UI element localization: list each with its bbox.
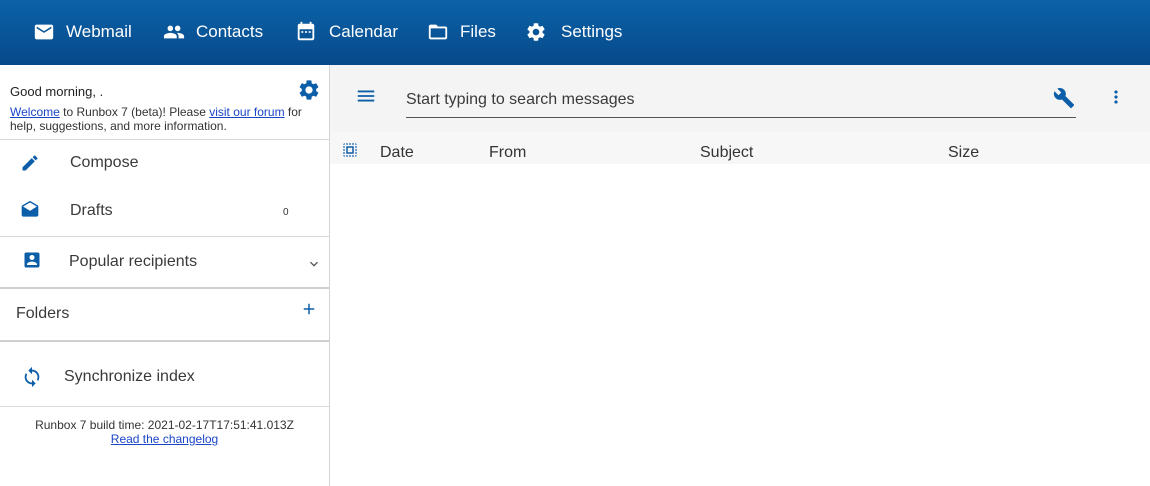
- contact-card-icon: [21, 249, 43, 271]
- sync-icon: [21, 366, 43, 388]
- column-header-size[interactable]: Size: [948, 144, 979, 162]
- popular-recipients-toggle[interactable]: Popular recipients: [0, 237, 329, 287]
- nav-item-contacts[interactable]: Contacts: [163, 0, 263, 64]
- wrench-icon: [1053, 88, 1075, 109]
- popular-recipients-label: Popular recipients: [69, 253, 198, 270]
- build-time-text: Runbox 7 build time: 2021-02-17T17:51:41…: [35, 418, 294, 432]
- chevron-down-icon: [306, 256, 322, 272]
- more-options-button[interactable]: [1106, 87, 1126, 107]
- nav-item-label: Contacts: [196, 22, 264, 41]
- people-icon: [163, 21, 185, 43]
- search-bar: [330, 65, 1150, 132]
- build-info: Runbox 7 build time: 2021-02-17T17:51:41…: [0, 418, 329, 446]
- drafts-folder[interactable]: Drafts 0: [0, 188, 329, 233]
- add-folder-button[interactable]: [300, 300, 318, 318]
- gear-icon: [299, 80, 319, 100]
- search-options-button[interactable]: [1053, 87, 1075, 109]
- nav-item-webmail[interactable]: Webmail: [33, 0, 132, 64]
- drafts-count-badge: 0: [283, 207, 289, 218]
- nav-item-label: Calendar: [329, 22, 398, 41]
- nav-item-calendar[interactable]: Calendar: [295, 0, 398, 64]
- forum-link[interactable]: visit our forum: [209, 105, 284, 119]
- folders-heading: Folders: [16, 305, 70, 322]
- drafts-label: Drafts: [70, 202, 113, 219]
- more-vertical-icon: [1114, 90, 1118, 104]
- synchronize-index-label: Synchronize index: [64, 368, 195, 385]
- compose-button[interactable]: Compose: [0, 140, 329, 185]
- pencil-icon: [19, 152, 41, 174]
- sidebar-settings-button[interactable]: [297, 78, 321, 102]
- calendar-icon: [295, 21, 317, 43]
- column-header-subject[interactable]: Subject: [700, 144, 753, 162]
- synchronize-index-button[interactable]: Synchronize index: [0, 355, 329, 400]
- divider: [0, 287, 329, 289]
- sidebar: Good morning, . Welcome to Runbox 7 (bet…: [0, 65, 330, 486]
- nav-item-label: Settings: [561, 22, 623, 41]
- welcome-link[interactable]: Welcome: [10, 105, 60, 119]
- compose-label: Compose: [70, 154, 139, 171]
- select-all-icon: [343, 143, 357, 157]
- plus-icon: [303, 303, 315, 315]
- drafts-icon: [19, 199, 41, 221]
- column-header-from[interactable]: From: [489, 144, 526, 162]
- nav-item-label: Files: [460, 22, 496, 41]
- divider: [0, 406, 329, 407]
- welcome-message: Welcome to Runbox 7 (beta)! Please visit…: [10, 105, 310, 133]
- greeting-text: Good morning, .: [10, 84, 104, 99]
- nav-item-label: Webmail: [66, 22, 132, 41]
- mail-icon: [33, 21, 55, 43]
- menu-toggle-button[interactable]: [355, 85, 377, 107]
- search-input[interactable]: [406, 83, 1076, 118]
- nav-item-files[interactable]: Files: [427, 0, 496, 64]
- gear-icon: [525, 21, 547, 43]
- select-all-checkbox[interactable]: [341, 141, 359, 159]
- changelog-link[interactable]: Read the changelog: [111, 432, 218, 446]
- folder-icon: [427, 21, 449, 43]
- top-navigation-bar: Webmail Contacts Calendar Files Settings: [0, 0, 1150, 65]
- welcome-text: to Runbox 7 (beta)! Please: [59, 105, 210, 119]
- hamburger-menu-icon: [357, 90, 375, 102]
- column-header-date[interactable]: Date: [380, 144, 414, 162]
- message-list-header: Date From Subject Size: [330, 132, 1150, 164]
- divider: [0, 340, 329, 342]
- nav-item-settings[interactable]: Settings: [525, 0, 622, 64]
- main-content: Date From Subject Size: [330, 65, 1150, 486]
